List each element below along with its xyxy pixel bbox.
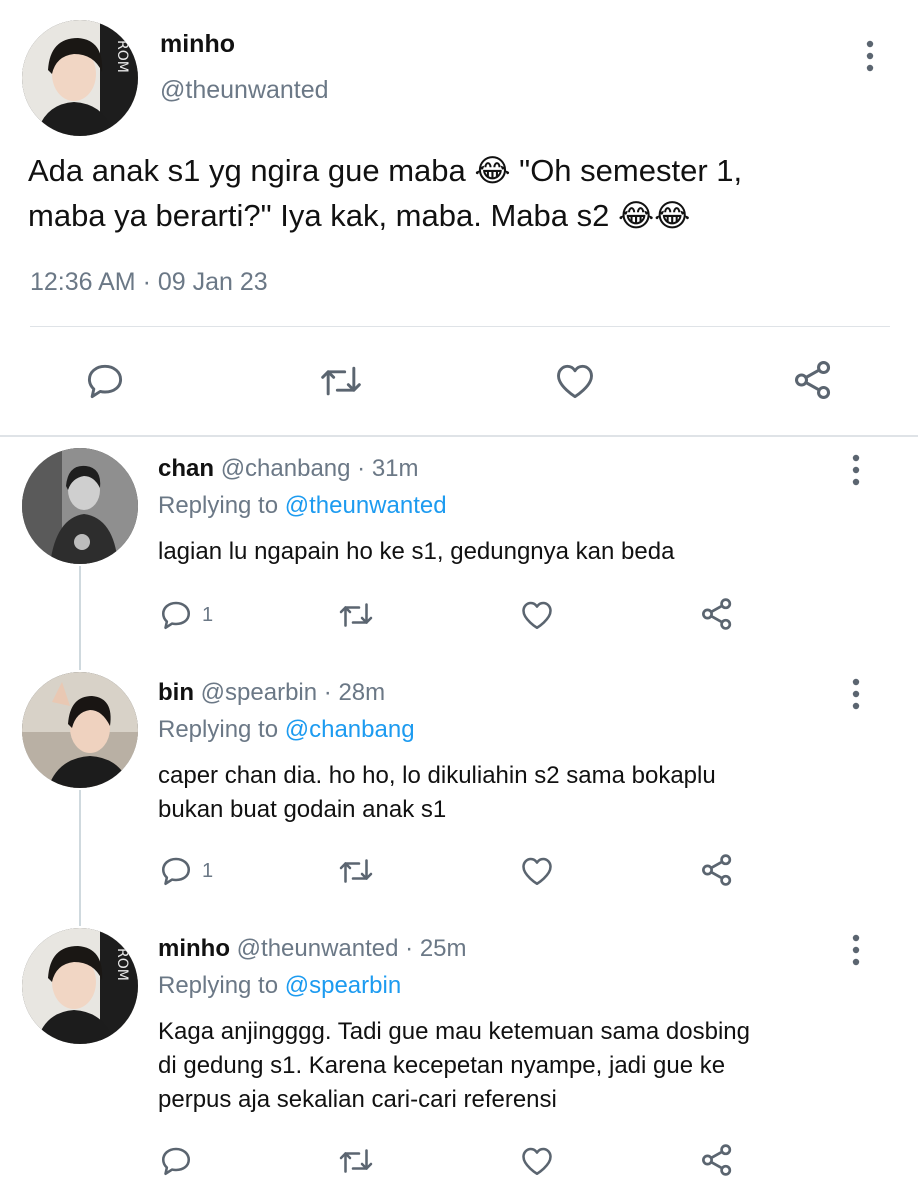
retweet-icon[interactable] [334,1142,378,1180]
replying-to: Replying to @spearbin [158,971,401,1001]
reply-header: bin @spearbin · 28m [158,678,385,708]
reply-author-handle[interactable]: @chanbang [221,455,351,482]
reply-author-name[interactable]: chan [158,455,214,482]
reply-text-line: caper chan dia. ho ho, lo dikuliahin s2 … [158,762,716,789]
reply-header: chan @chanbang · 31m [158,454,419,484]
reply-text: Kaga anjingggg. Tadi gue mau ketemuan sa… [158,1015,878,1117]
share-icon[interactable] [696,594,738,634]
reply-count: 1 [202,604,214,626]
replying-to-label: Replying to [158,492,285,519]
more-options-icon[interactable] [846,930,866,970]
reply-time: · 25m [405,935,467,962]
retweet-icon[interactable] [334,596,378,634]
reply-author-name[interactable]: minho [158,935,230,962]
reply-text-line: Kaga anjingggg. Tadi gue mau ketemuan sa… [158,1018,750,1045]
reply-text: lagian lu ngapain ho ke s1, gedungnya ka… [158,535,878,569]
reply-header: minho @theunwanted · 25m [158,934,467,964]
more-options-icon[interactable] [860,36,880,76]
reply-author-handle[interactable]: @spearbin [201,679,317,706]
more-options-icon[interactable] [846,450,866,490]
thread-connector [79,790,81,926]
reply-icon[interactable] [156,1142,196,1180]
reply-avatar[interactable]: ROM [22,928,138,1044]
svg-text:ROM: ROM [114,948,130,981]
like-icon[interactable] [550,356,600,406]
tweet-text: Ada anak s1 yg ngira gue maba 😂 "Oh seme… [28,148,888,238]
replying-to-handle[interactable]: @chanbang [285,716,415,743]
reply-icon[interactable] [156,852,196,890]
thread-connector [79,566,81,670]
reply-time: · 28m [323,679,386,706]
share-icon[interactable] [696,850,738,890]
reply-author-handle[interactable]: @theunwanted [237,935,399,962]
like-icon[interactable] [516,1142,558,1180]
reply-icon[interactable] [156,596,196,634]
share-icon[interactable] [788,354,838,406]
replying-to-handle[interactable]: @theunwanted [285,492,447,519]
tweet-text-line: Ada anak s1 yg ngira gue maba 😂 "Oh seme… [28,153,743,188]
reply-count: 1 [202,860,214,882]
like-icon[interactable] [516,852,558,890]
like-icon[interactable] [516,596,558,634]
reply-avatar[interactable] [22,672,138,788]
reply-text-line: perpus aja sekalian cari-cari referensi [158,1086,557,1113]
author-handle[interactable]: @theunwanted [160,76,329,105]
reply-text: caper chan dia. ho ho, lo dikuliahin s2 … [158,759,878,827]
reply-text-line: di gedung s1. Karena kecepetan nyampe, j… [158,1052,726,1079]
section-divider [0,435,918,437]
main-avatar[interactable]: ROM [22,20,138,136]
reply-time: · 31m [357,455,419,482]
reply-avatar[interactable] [22,448,138,564]
svg-text:ROM: ROM [114,40,130,73]
replying-to-label: Replying to [158,716,285,743]
tweet-text-line: maba ya berarti?" Iya kak, maba. Maba s2… [28,198,691,233]
divider [30,326,890,327]
reply-text-line: bukan buat godain anak s1 [158,796,447,823]
share-icon[interactable] [696,1140,738,1180]
more-options-icon[interactable] [846,674,866,714]
replying-to-handle[interactable]: @spearbin [285,972,401,999]
author-name[interactable]: minho [160,30,235,59]
reply-text-line: lagian lu ngapain ho ke s1, gedungnya ka… [158,538,675,565]
replying-to: Replying to @chanbang [158,715,415,745]
replying-to-label: Replying to [158,972,285,999]
retweet-icon[interactable] [314,356,368,406]
replying-to: Replying to @theunwanted [158,491,447,521]
reply-icon[interactable] [80,356,130,406]
tweet-timestamp: 12:36 AM · 09 Jan 23 [30,268,268,296]
reply-author-name[interactable]: bin [158,679,194,706]
retweet-icon[interactable] [334,852,378,890]
